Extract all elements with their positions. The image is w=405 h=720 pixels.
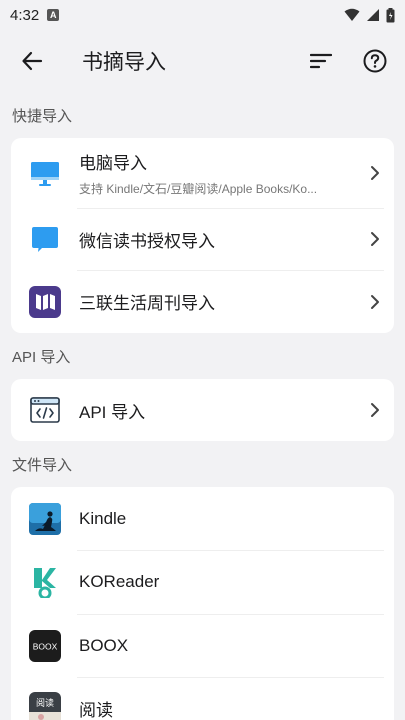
row-text: 电脑导入 支持 Kindle/文石/豆瓣阅读/Apple Books/Ko... [79,149,364,197]
back-button[interactable] [12,41,52,81]
code-window-icon [29,394,61,426]
notification-badge-icon: A [47,9,60,21]
kindle-icon [29,502,61,535]
list-item-api-import[interactable]: API 导入 [11,379,394,441]
chevron-right-icon [364,231,380,247]
row-text: BOOX [79,636,380,656]
app-actions [301,41,395,81]
status-right [344,7,395,23]
chevron-right-icon [364,294,380,310]
file-import-card: Kindle KOReader BOOX BOOX 阅读 阅读 [11,487,394,720]
list-item-computer-import[interactable]: 电脑导入 支持 Kindle/文石/豆瓣阅读/Apple Books/Ko... [11,138,394,208]
wechat-read-icon [29,223,61,255]
list-item-boox[interactable]: BOOX BOOX [11,614,394,677]
monitor-icon [29,157,61,189]
row-text: Kindle [79,509,380,529]
page-title: 书摘导入 [82,51,166,74]
list-item-yuedu[interactable]: 阅读 阅读 [11,677,394,720]
list-item-kindle[interactable]: Kindle [11,487,394,550]
signal-icon [367,9,379,21]
koreader-icon [29,566,61,598]
row-title: API 导入 [79,402,146,422]
battery-icon [386,7,395,22]
row-text: API 导入 [79,398,364,423]
quick-import-card: 电脑导入 支持 Kindle/文石/豆瓣阅读/Apple Books/Ko...… [11,138,394,333]
row-title: KOReader [79,572,160,591]
wifi-icon [344,8,360,21]
section-header-api: API 导入 [12,348,71,366]
boox-icon: BOOX [29,629,61,662]
status-time: 4:32 [10,6,40,24]
list-item-wechat-read-import[interactable]: 微信读书授权导入 [11,208,394,270]
status-bar: 4:32 A [0,0,405,30]
row-text: 微信读书授权导入 [79,227,364,252]
row-title: BOOX [79,635,129,655]
chevron-right-icon [364,165,380,181]
section-header-quick: 快捷导入 [12,107,73,125]
row-text: KOReader [79,572,380,592]
sort-button[interactable] [301,41,341,81]
section-header-file: 文件导入 [12,456,73,474]
help-button[interactable] [355,41,395,81]
row-title: 阅读 [79,700,113,720]
list-item-sanlian-import[interactable]: 三联生活周刊导入 [11,270,394,333]
boox-logo-text: BOOX [33,641,58,651]
app-bar: 书摘导入 [0,30,405,92]
sanlian-icon [29,285,61,318]
status-left: 4:32 A [10,6,60,24]
row-text: 阅读 [79,696,380,720]
row-title: 微信读书授权导入 [79,231,215,251]
sort-icon [310,53,332,69]
list-item-koreader[interactable]: KOReader [11,550,394,614]
yuedu-icon: 阅读 [29,692,61,720]
chevron-right-icon [364,402,380,418]
row-title: 电脑导入 [79,154,147,173]
back-arrow-icon [22,51,43,71]
api-import-card: API 导入 [11,379,394,441]
help-icon [363,49,387,73]
row-subtitle: 支持 Kindle/文石/豆瓣阅读/Apple Books/Ko... [79,182,318,196]
row-title: Kindle [79,508,127,528]
yuedu-logo-text: 阅读 [36,697,54,709]
row-text: 三联生活周刊导入 [79,289,364,314]
row-title: 三联生活周刊导入 [79,294,215,313]
